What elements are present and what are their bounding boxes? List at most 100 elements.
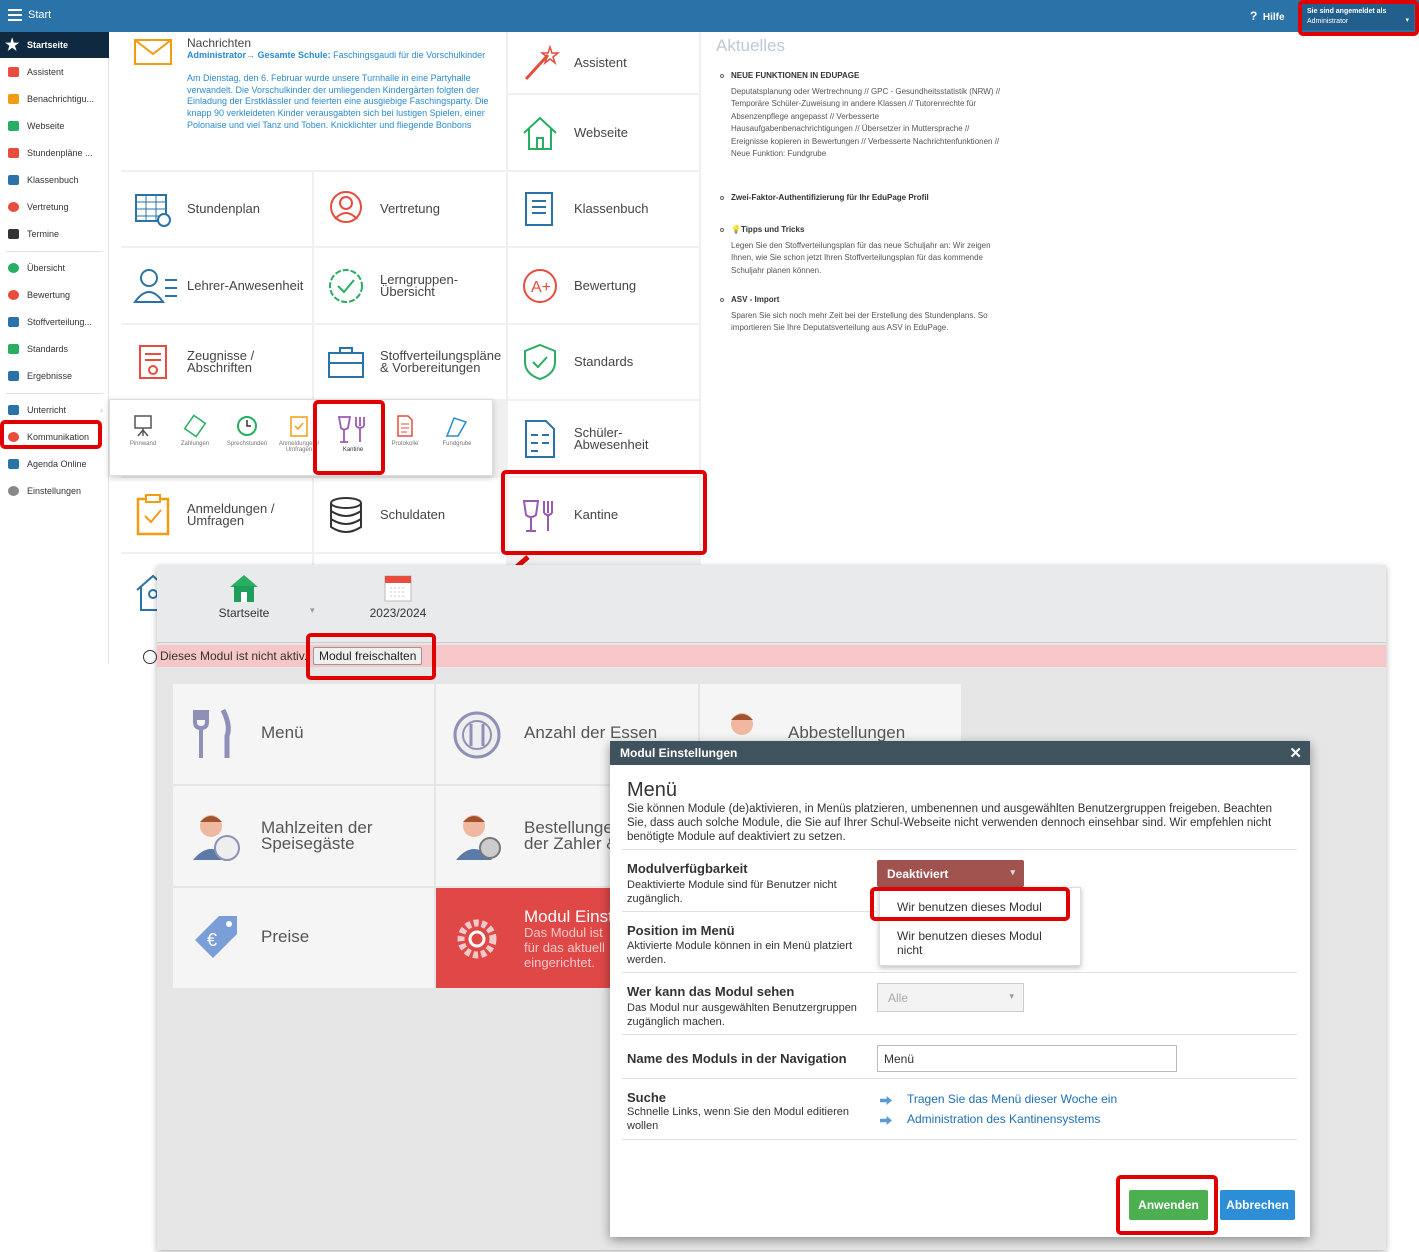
shield-icon xyxy=(524,343,556,381)
tile-standards[interactable]: Standards xyxy=(508,325,699,399)
option-dont-use-module[interactable]: Wir benutzen dieses Modul nicht xyxy=(897,929,1067,957)
tile-klassenbuch[interactable]: Klassenbuch xyxy=(508,172,699,246)
tile-stundenplan[interactable]: Stundenplan xyxy=(121,172,312,246)
menu-icon[interactable] xyxy=(8,9,22,21)
news-item[interactable]: 💡Tipps und Tricks Legen Sie den Stoffvert… xyxy=(731,224,1001,277)
tile-lehrer-anwesenheit[interactable]: Lehrer-Anwesenheit xyxy=(121,248,312,323)
check-icon xyxy=(8,263,19,273)
sidebar-item-termine[interactable]: Termine xyxy=(0,221,109,247)
chevron-down-icon: ▾ xyxy=(1009,991,1014,1001)
person-gear-icon xyxy=(456,815,501,860)
timetable-icon xyxy=(135,194,171,227)
tile-label: Lerngruppen- Übersicht xyxy=(380,271,459,299)
tile-label: Vertretung xyxy=(380,201,440,216)
sidebar-item-ergebnisse[interactable]: Ergebnisse xyxy=(0,363,109,389)
certificate-icon xyxy=(139,345,167,379)
cutlery-icon xyxy=(193,708,231,758)
visibility-select[interactable]: Alle ▾ xyxy=(877,983,1024,1012)
quick-link-menu-week[interactable]: Tragen Sie das Menü dieser Woche ein xyxy=(907,1092,1117,1106)
tile-menu[interactable]: Menü xyxy=(173,684,434,784)
position-desc: Aktivierte Module können in ein Menü pla… xyxy=(627,940,853,966)
chevron-right-icon: › xyxy=(100,405,103,415)
tile-schuldaten[interactable]: Schuldaten xyxy=(314,478,506,552)
help-icon: ? xyxy=(1250,9,1258,23)
tile-preise[interactable]: € Preise xyxy=(173,888,434,988)
chevron-down-icon[interactable]: ▾ xyxy=(310,605,315,616)
tile-label: Mahlzeiten der Speisegäste xyxy=(261,818,373,853)
tile-anmeldungen[interactable]: Anmeldungen / Umfragen xyxy=(121,478,312,552)
tile-webseite[interactable]: Webseite xyxy=(508,95,699,170)
dialog-intro: Sie können Module (de)aktivieren, in Men… xyxy=(627,803,1273,843)
sidebar-item-bewertung[interactable]: Bewertung xyxy=(0,282,109,308)
document-icon xyxy=(397,415,413,437)
arrow-right-icon: → xyxy=(246,50,258,60)
tile-mahlzeiten[interactable]: Mahlzeiten der Speisegäste xyxy=(173,786,434,886)
grade-icon: A+ xyxy=(523,268,557,303)
tile-label: Lehrer-Anwesenheit xyxy=(187,277,304,293)
submenu-pinnwand[interactable]: Pinnwand xyxy=(118,414,168,447)
news-title: Aktuelles xyxy=(716,36,785,55)
cancel-button[interactable]: Abbrechen xyxy=(1220,1190,1295,1220)
check-circle-icon xyxy=(329,268,363,303)
toolbar-year[interactable]: 2023/2024 xyxy=(365,573,431,620)
toolbar-startseite[interactable]: Startseite xyxy=(212,573,276,620)
news-item[interactable]: ASV - Import Sparen Sie sich noch mehr Ze… xyxy=(731,294,1001,335)
tile-label: Stoffverteilungspläne & Vorbereitungen xyxy=(380,348,502,375)
close-icon[interactable]: ✕ xyxy=(1289,744,1302,762)
tile-label: Modul Einst xyxy=(524,907,613,926)
tile-zeugnisse[interactable]: Zeugnisse / Abschriften xyxy=(121,325,312,399)
tile-label: Assistent xyxy=(574,54,627,70)
tile-label: Webseite xyxy=(574,124,628,140)
nav-name-title: Name des Moduls in der Navigation xyxy=(627,1051,847,1066)
news-item[interactable]: Zwei-Faktor-Authentifizierung für Ihr Ed… xyxy=(731,192,1001,205)
sidebar: ★ Startseite Assistent Benachrichtigu... … xyxy=(0,32,109,664)
tile-assistent[interactable]: Assistent xyxy=(508,32,699,93)
nav-name-input[interactable] xyxy=(877,1045,1177,1072)
submenu-sprechstunden[interactable]: Sprechstunden xyxy=(222,414,272,447)
home-icon xyxy=(8,121,19,131)
tile-stoffverteilung[interactable]: Stoffverteilungspläne & Vorbereitungen xyxy=(314,325,506,399)
tile-bewertung[interactable]: A+ Bewertung xyxy=(508,248,699,323)
sidebar-item-agenda[interactable]: Agenda Online xyxy=(0,451,109,477)
sidebar-item-assistent[interactable]: Assistent xyxy=(0,59,109,85)
book-icon xyxy=(8,175,19,185)
submenu-zahlungen[interactable]: Zahlungen xyxy=(170,414,220,447)
sidebar-item-stundenplaene[interactable]: Stundenpläne ... xyxy=(0,140,109,166)
sidebar-item-startseite[interactable]: ★ Startseite xyxy=(0,32,109,58)
calendar-icon xyxy=(384,575,412,602)
messages-tile[interactable]: Nachrichten Administrator→ Gesamte Schul… xyxy=(121,32,506,170)
help-link[interactable]: ? Hilfe xyxy=(1250,9,1285,23)
sidebar-item-benachrichtigungen[interactable]: Benachrichtigu... xyxy=(0,86,109,112)
submenu-protokolle[interactable]: Protokolle xyxy=(380,414,430,447)
sidebar-item-standards[interactable]: Standards xyxy=(0,336,109,362)
tile-vertretung[interactable]: Vertretung xyxy=(314,172,506,246)
sidebar-item-stoffverteilung[interactable]: Stoffverteilung... xyxy=(0,309,109,335)
tile-lerngruppen[interactable]: Lerngruppen- Übersicht xyxy=(314,248,506,323)
sidebar-item-webseite[interactable]: Webseite xyxy=(0,113,109,139)
sidebar-item-uebersicht[interactable]: Übersicht xyxy=(0,255,109,281)
star-icon: ★ xyxy=(5,37,20,54)
tile-schueler-abwesenheit[interactable]: Schüler- Abwesenheit xyxy=(508,401,699,476)
sidebar-item-vertretung[interactable]: Vertretung xyxy=(0,194,109,220)
message-body[interactable]: Am Dienstag, den 6. Februar wurde unsere… xyxy=(187,73,502,133)
messages-title: Nachrichten xyxy=(187,36,252,50)
tile-label: Bestellungen der Zahler & xyxy=(524,818,623,853)
message-subject[interactable]: Faschingsgaudi für die Vorschulkinder xyxy=(333,50,485,60)
availability-select[interactable]: Deaktiviert ▾ xyxy=(877,860,1024,887)
arrow-right-icon xyxy=(880,1096,892,1105)
visibility-desc: Das Modul nur ausgewählten Benutzergrupp… xyxy=(627,1002,857,1028)
submenu-fundgrube[interactable]: Fundgrube xyxy=(432,414,482,447)
price-tag-icon: € xyxy=(195,916,237,958)
tile-label: Stundenplan xyxy=(187,201,261,216)
dialog-header: Modul Einstellungen ✕ xyxy=(610,741,1310,765)
sidebar-item-einstellungen[interactable]: Einstellungen xyxy=(0,478,109,504)
news-item[interactable]: NEUE FUNKTIONEN IN EDUPAGE Deputatsplanun… xyxy=(731,70,1001,161)
envelope-icon xyxy=(8,94,19,104)
quick-link-canteen-admin[interactable]: Administration des Kantinensystems xyxy=(907,1112,1100,1126)
tile-label: Schuldaten xyxy=(380,507,446,522)
timetable-icon xyxy=(8,148,19,158)
clipboard-icon xyxy=(290,416,308,437)
sidebar-item-klassenbuch[interactable]: Klassenbuch xyxy=(0,167,109,193)
availability-desc: Deaktivierte Module sind für Benutzer ni… xyxy=(627,879,837,905)
shield-icon xyxy=(8,344,19,354)
